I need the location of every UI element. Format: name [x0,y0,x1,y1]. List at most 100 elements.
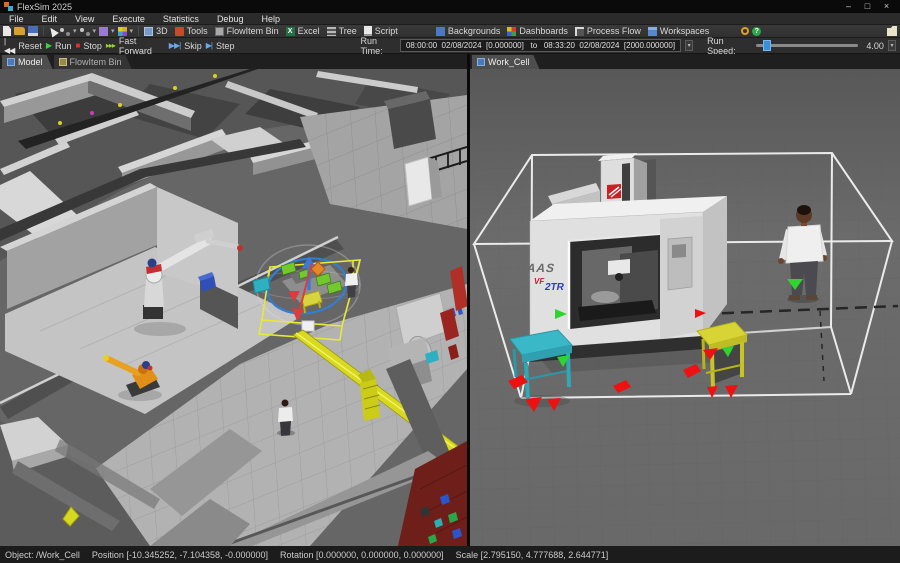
backgrounds-icon[interactable] [436,27,445,36]
reset-button[interactable]: Reset [18,41,42,51]
white-crate [302,321,314,331]
script-icon[interactable] [364,26,372,36]
menu-execute[interactable]: Execute [103,13,154,25]
workspaces-button[interactable]: Workspaces [660,26,709,36]
stop-icon[interactable]: ■ [76,41,80,50]
fast-forward-button[interactable]: Fast Forward [119,36,165,56]
tree-icon[interactable] [327,27,336,36]
step-button[interactable]: Step [216,41,235,51]
close-button[interactable]: × [877,0,896,13]
run-button[interactable]: Run [55,41,72,51]
menu-file[interactable]: File [0,13,33,25]
dashboards-button[interactable]: Dashboards [519,26,568,36]
machine-opening [569,234,660,329]
excel-icon[interactable]: X [286,27,295,36]
run-speed-value: 4.00 [866,41,884,51]
tab-model[interactable]: Model [2,55,53,69]
model-3d-viewport[interactable] [0,69,467,546]
status-rotation: Rotation [0.000000, 0.000000, 0.000000] [280,550,444,560]
reset-icon[interactable]: |◀◀ [4,37,14,55]
flowitem-bin-icon[interactable] [215,27,224,36]
new-model-icon[interactable] [3,26,11,36]
menu-statistics[interactable]: Statistics [154,13,208,25]
model-tab-icon [7,58,15,66]
minimize-button[interactable]: – [839,0,858,13]
work-cell-tab-icon [477,58,485,66]
machine-brand-text: HAAS [516,261,555,275]
menu-view[interactable]: View [66,13,103,25]
tab-model-label: Model [18,57,43,67]
tools-button[interactable]: Tools [187,26,208,36]
tab-flowitem-bin-label: FlowItem Bin [70,57,122,67]
tab-flowitem-bin[interactable]: FlowItem Bin [54,55,132,69]
excel-button[interactable]: Excel [298,26,320,36]
sampler-dropdown-icon[interactable]: ▾ [93,27,97,35]
fast-forward-icon[interactable]: ▸▸▸ [106,41,115,50]
skip-icon[interactable]: ▶▶| [169,41,180,50]
step-icon[interactable]: ▶| [206,41,212,50]
run-time-field[interactable]: 08:00:00 02/08/2024 [0.000000] to 08:33:… [400,39,681,52]
tab-work-cell[interactable]: Work_Cell [472,55,539,69]
status-object: Object: /Work_Cell [5,550,80,560]
tab-work-cell-label: Work_Cell [488,57,529,67]
work-cell-3d-viewport[interactable]: HAAS VF 2TR [470,69,900,546]
compile-status-icon[interactable] [741,27,749,35]
connect-dropdown-icon[interactable]: ▾ [73,27,77,35]
stop-button[interactable]: Stop [83,41,102,51]
run-speed-label: Run Speed: [707,36,748,56]
status-bar: Object: /Work_Cell Position [-10.345252,… [0,546,900,563]
run-speed-slider[interactable] [756,44,858,47]
machine-model-text: VF [534,277,545,286]
process-flow-icon[interactable] [575,27,584,36]
connect-objects-icon[interactable] [60,27,70,36]
sampler-icon[interactable] [80,27,90,36]
machine-model2-text: 2TR [544,282,565,293]
workspaces-icon[interactable] [648,27,657,36]
dashboards-icon[interactable] [507,27,516,36]
new-window-icon[interactable] [887,26,897,36]
tools-icon[interactable] [175,27,184,36]
toolbar-separator [138,26,139,36]
run-speed-slider-handle[interactable] [763,40,771,51]
process-flow-button[interactable]: Process Flow [587,26,641,36]
menu-debug[interactable]: Debug [208,13,253,25]
status-scale: Scale [2.795150, 4.777688, 2.644771] [456,550,609,560]
select-cursor-icon[interactable] [47,25,59,37]
help-icon[interactable]: ? [752,27,761,36]
app-icon [4,2,13,11]
run-control-bar: |◀◀ Reset ▶ Run ■ Stop ▸▸▸ Fast Forward … [0,38,900,54]
backgrounds-button[interactable]: Backgrounds [448,26,501,36]
menu-help[interactable]: Help [252,13,289,25]
white-machine-cabinet [405,157,432,206]
3d-view-icon[interactable] [144,27,153,36]
work-cell-pane: Work_Cell [470,54,900,546]
run-icon[interactable]: ▶ [46,41,51,50]
create-objects-icon[interactable] [99,27,108,36]
skip-button[interactable]: Skip [184,41,202,51]
tree-button[interactable]: Tree [339,26,357,36]
toolbar-separator [43,26,44,36]
library-icon[interactable] [118,27,127,36]
main-area: Model FlowItem Bin [0,54,900,546]
model-pane: Model FlowItem Bin [0,54,467,546]
model-scene [0,69,467,546]
flowitem-bin-button[interactable]: FlowItem Bin [227,26,279,36]
open-model-icon[interactable] [14,27,25,35]
title-bar: FlexSim 2025 – □ × [0,0,900,13]
script-button[interactable]: Script [375,26,398,36]
status-position: Position [-10.345252, -7.104358, -0.0000… [92,550,268,560]
save-model-icon[interactable] [28,26,38,36]
create-objects-dropdown-icon[interactable]: ▾ [111,27,115,35]
work-cell-pane-tabbar: Work_Cell [470,54,900,69]
3d-view-button[interactable]: 3D [156,26,168,36]
model-pane-tabbar: Model FlowItem Bin [0,54,467,69]
haas-logo [607,184,621,199]
run-time-dropdown[interactable]: ▾ [685,40,693,51]
menu-edit[interactable]: Edit [33,13,67,25]
run-speed-dropdown[interactable]: ▾ [888,40,896,51]
menu-bar: File Edit View Execute Statistics Debug … [0,13,900,25]
library-dropdown-icon[interactable]: ▾ [130,27,134,35]
work-cell-scene: HAAS VF 2TR [470,69,900,546]
run-time-label: Run Time: [360,36,396,56]
maximize-button[interactable]: □ [858,0,877,13]
